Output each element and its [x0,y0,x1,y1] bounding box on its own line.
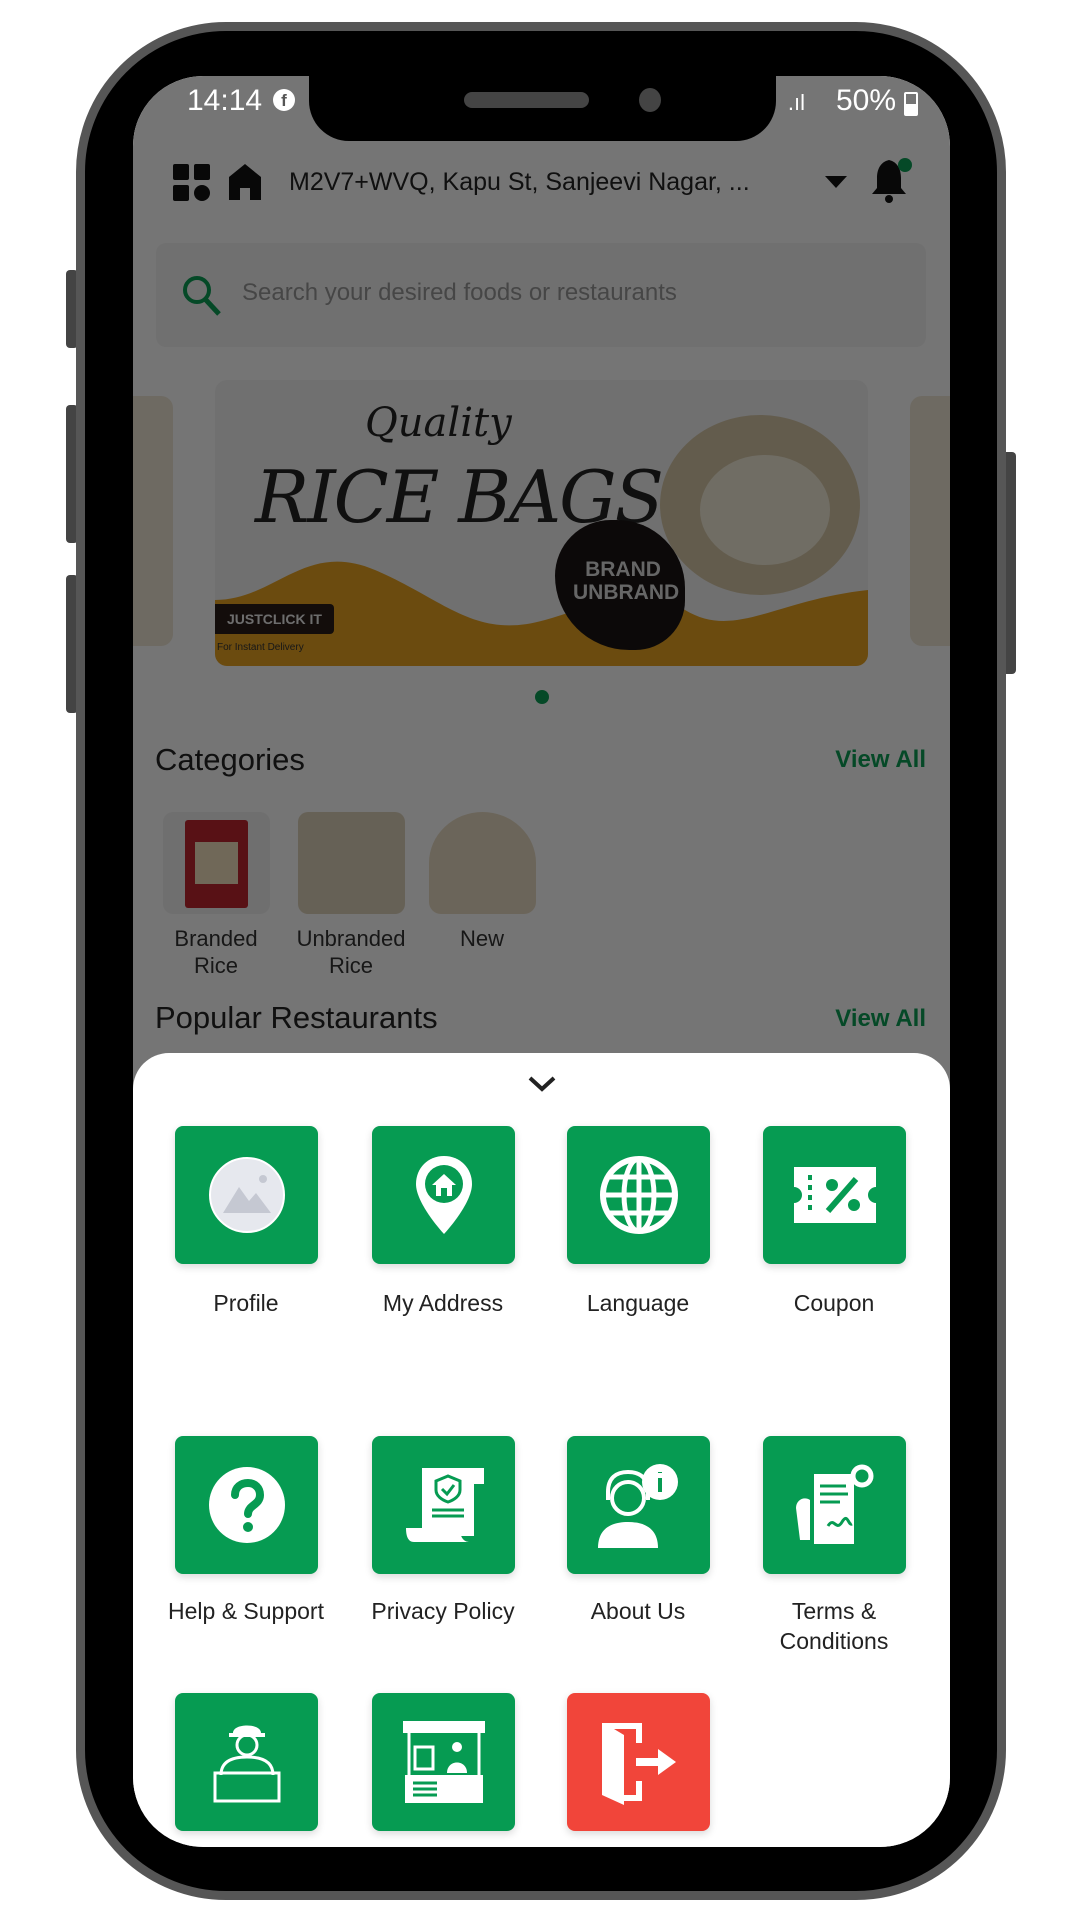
menu-item-label[interactable]: My Address [343,1288,543,1318]
next-banner[interactable] [910,396,950,646]
category-label[interactable]: New [412,925,552,952]
popular-restaurants-title: Popular Restaurants [155,1000,438,1035]
menu-item-privacy-policy[interactable] [372,1436,515,1574]
notification-bell-icon[interactable] [869,156,913,206]
battery-icon [904,92,918,116]
category-image-unbranded-rice[interactable] [298,812,405,914]
category-image-branded-rice[interactable] [163,812,270,914]
speaker [464,92,589,108]
contract-icon [795,1464,873,1544]
menu-item-logout[interactable] [567,1693,710,1831]
menu-item-terms-conditions[interactable] [763,1436,906,1574]
logout-icon [601,1723,676,1805]
menu-item-join-as-a-restaurant[interactable] [372,1693,515,1831]
search-input[interactable]: Search your desired foods or restaurants [156,243,926,347]
banner-tagline: For Instant Delivery [217,642,304,653]
menu-item-join-as-a-delivery-man[interactable] [175,1693,318,1831]
menu-item-label[interactable]: About Us [538,1596,738,1626]
menu-item-profile[interactable] [175,1126,318,1264]
category-label[interactable]: Branded Rice [146,925,286,979]
facebook-icon: f [273,89,295,111]
search-icon [183,276,221,316]
banner-brand: JUSTCLICK IT [215,604,334,634]
status-time: 14:14 [187,84,263,117]
banner-rice-bags[interactable]: Quality RICE BAGS BRAND UNBRAND JUSTCLICK… [215,380,868,666]
menu-item-about-us[interactable] [567,1436,710,1574]
globe-icon [599,1156,678,1234]
camera [639,88,661,112]
menu-item-label[interactable]: Help & Support [146,1596,346,1626]
category-image-new[interactable] [429,812,536,914]
menu-bottom-sheet: Profile My Address Language Coupon Help & Su… [133,1053,950,1847]
menu-item-my-address[interactable] [372,1126,515,1264]
menu-item-label[interactable]: Privacy Policy [343,1596,543,1626]
screen: M2V7+WVQ, Kapu St, Sanjeevi Nagar, ... S… [133,76,950,1847]
battery-percent: 50% [835,84,896,117]
restaurant-stall-icon [402,1721,485,1803]
support-agent-icon [597,1464,678,1548]
home-icon [229,164,261,200]
menu-item-language[interactable] [567,1126,710,1264]
carousel-dot-active[interactable] [535,690,549,704]
address-dropdown-icon[interactable] [825,176,847,188]
menu-item-label[interactable]: Profile [146,1288,346,1318]
banner-badge2: UNBRAND [573,581,680,604]
rice-sack-image [660,415,860,595]
categories-title: Categories [155,742,305,777]
menu-item-help-support[interactable] [175,1436,318,1574]
menu-item-label[interactable]: Language [538,1288,738,1318]
search-placeholder: Search your desired foods or restaurants [242,279,677,306]
banner-line1: Quality [365,400,512,446]
signal-icon: .ıl [787,90,805,115]
menu-item-label[interactable]: Terms & Conditions [734,1596,934,1656]
menu-item-coupon[interactable] [763,1126,906,1264]
previous-banner[interactable] [133,396,173,646]
address-label[interactable]: M2V7+WVQ, Kapu St, Sanjeevi Nagar, ... [289,168,750,197]
privacy-document-icon [405,1468,484,1542]
popular-restaurants-view-all[interactable]: View All [835,1005,926,1033]
category-label[interactable]: Unbranded Rice [281,925,421,979]
question-icon [208,1467,285,1543]
categories-view-all[interactable]: View All [835,746,926,774]
home-pin-icon [415,1156,472,1234]
banner-badge1: BRAND [585,558,661,581]
notch [309,76,776,141]
chevron-down-icon[interactable] [527,1075,557,1093]
menu-item-label[interactable]: Coupon [734,1288,934,1318]
delivery-man-icon [213,1725,280,1803]
coupon-icon [793,1167,876,1223]
profile-image-icon [208,1157,285,1233]
grid-menu-icon[interactable] [173,164,211,202]
